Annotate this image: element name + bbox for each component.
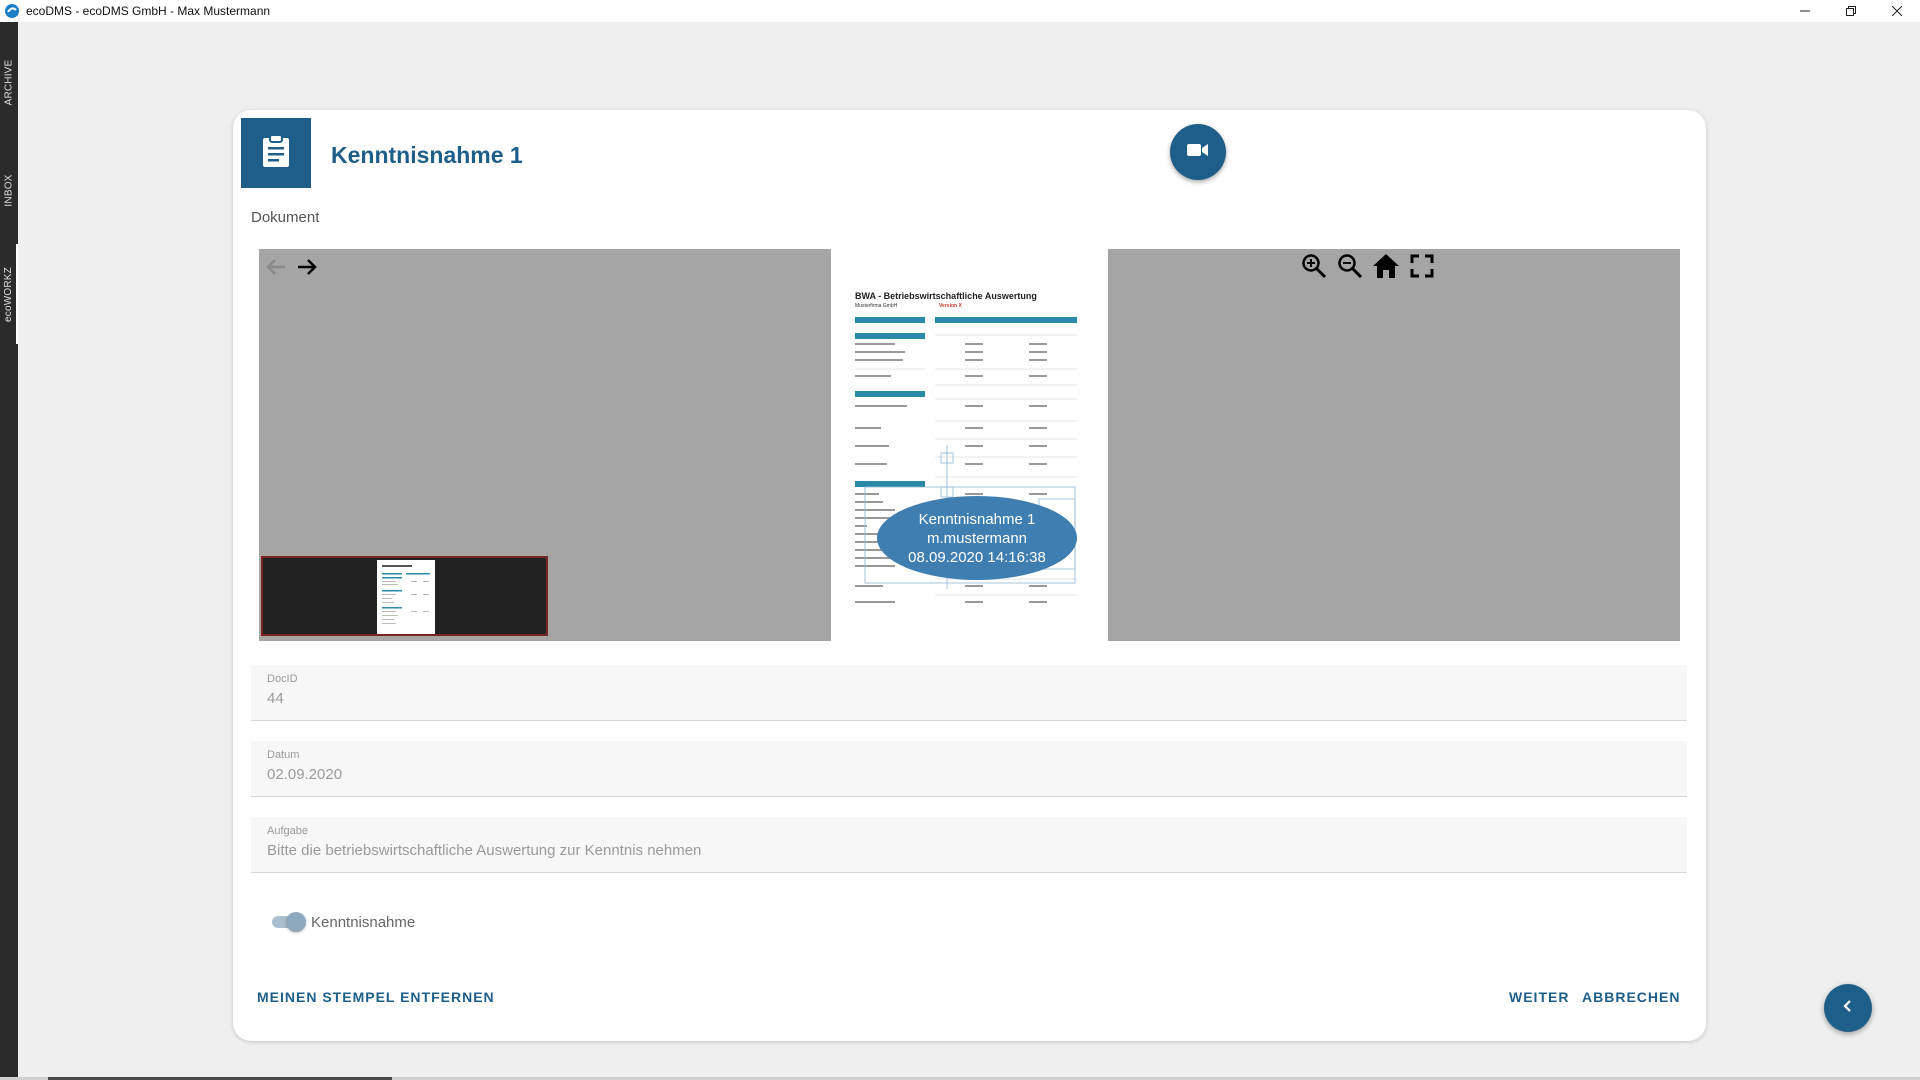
left-navigation: ARCHIVE INBOX ecoWORKZ bbox=[0, 22, 18, 1080]
close-button[interactable] bbox=[1874, 0, 1920, 22]
page-title: Kenntnisnahme 1 bbox=[331, 142, 523, 168]
tab-inbox[interactable]: INBOX bbox=[0, 160, 18, 220]
document-table-graphic bbox=[855, 317, 1077, 603]
minimize-button[interactable] bbox=[1782, 0, 1828, 22]
restore-button[interactable] bbox=[1828, 0, 1874, 22]
previous-page-button[interactable] bbox=[262, 255, 290, 283]
arrow-right-icon bbox=[296, 256, 318, 283]
videocam-icon bbox=[1187, 143, 1209, 162]
zoom-in-button[interactable] bbox=[1299, 253, 1329, 283]
tab-ecoworkz[interactable]: ecoWORKZ bbox=[0, 244, 18, 344]
window-controls bbox=[1782, 0, 1920, 22]
ecodms-logo-icon bbox=[4, 3, 20, 19]
docid-field: DocID 44 bbox=[251, 665, 1687, 721]
approval-stamp[interactable]: Kenntnisnahme 1 m.mustermann 08.09.2020 … bbox=[877, 496, 1077, 580]
kenntnisnahme-label: Kenntnisnahme bbox=[311, 914, 416, 931]
aufgabe-label: Aufgabe bbox=[267, 825, 308, 837]
datum-label: Datum bbox=[267, 749, 300, 761]
page-thumbnail-graphic bbox=[382, 565, 430, 624]
docid-label: DocID bbox=[267, 673, 298, 685]
chevron-left-icon bbox=[1842, 999, 1854, 1018]
next-button[interactable]: WEITER bbox=[1509, 989, 1569, 1005]
fullscreen-button[interactable] bbox=[1407, 253, 1437, 283]
tab-inbox-label: INBOX bbox=[3, 173, 15, 207]
docid-value: 44 bbox=[267, 690, 284, 707]
datum-field: Datum 02.09.2020 bbox=[251, 741, 1687, 797]
next-page-button[interactable] bbox=[293, 255, 321, 283]
home-button[interactable] bbox=[1371, 253, 1401, 283]
header-icon-box bbox=[241, 118, 311, 188]
page-thumbnail[interactable] bbox=[377, 560, 435, 634]
window-title: ecoDMS - ecoDMS GmbH - Max Mustermann bbox=[26, 4, 271, 18]
toggle-thumb bbox=[286, 912, 306, 932]
zoom-in-icon bbox=[1301, 253, 1327, 284]
kenntnisnahme-toggle[interactable] bbox=[269, 912, 306, 932]
tab-archive[interactable]: ARCHIVE bbox=[0, 52, 18, 112]
zoom-out-icon bbox=[1337, 253, 1363, 284]
fullscreen-icon bbox=[1410, 254, 1434, 283]
zoom-out-button[interactable] bbox=[1335, 253, 1365, 283]
stamp-user: m.mustermann bbox=[926, 529, 1028, 547]
stamp-timestamp: 08.09.2020 14:16:38 bbox=[908, 548, 1046, 566]
aufgabe-field: Aufgabe Bitte die betriebswirtschaftlich… bbox=[251, 817, 1687, 873]
remove-stamp-button[interactable]: MEINEN STEMPEL ENTFERNEN bbox=[257, 989, 495, 1005]
home-icon bbox=[1372, 253, 1400, 284]
tab-ecoworkz-label: ecoWORKZ bbox=[2, 266, 14, 322]
stamp-title: Kenntnisnahme 1 bbox=[918, 510, 1036, 528]
datum-value: 02.09.2020 bbox=[267, 766, 343, 783]
window-titlebar: ecoDMS - ecoDMS GmbH - Max Mustermann bbox=[0, 0, 1920, 22]
document-page: BWA - Betriebswirtschaftliche Auswertung… bbox=[831, 249, 1108, 641]
collapse-panel-button[interactable] bbox=[1824, 984, 1872, 1032]
aufgabe-value: Bitte die betriebswirtschaftliche Auswer… bbox=[267, 842, 702, 859]
clipboard-icon bbox=[261, 133, 291, 173]
video-call-button[interactable] bbox=[1170, 124, 1226, 180]
section-label-dokument: Dokument bbox=[251, 209, 320, 226]
document-viewer[interactable]: BWA - Betriebswirtschaftliche Auswertung… bbox=[259, 249, 1680, 641]
tab-archive-label: ARCHIVE bbox=[3, 59, 15, 105]
page-thumbnail-strip bbox=[261, 556, 548, 636]
cancel-button[interactable]: ABBRECHEN bbox=[1582, 989, 1680, 1005]
task-card: Kenntnisnahme 1 Dokument BWA - Betriebsw… bbox=[233, 110, 1706, 1041]
arrow-left-icon bbox=[265, 256, 287, 283]
